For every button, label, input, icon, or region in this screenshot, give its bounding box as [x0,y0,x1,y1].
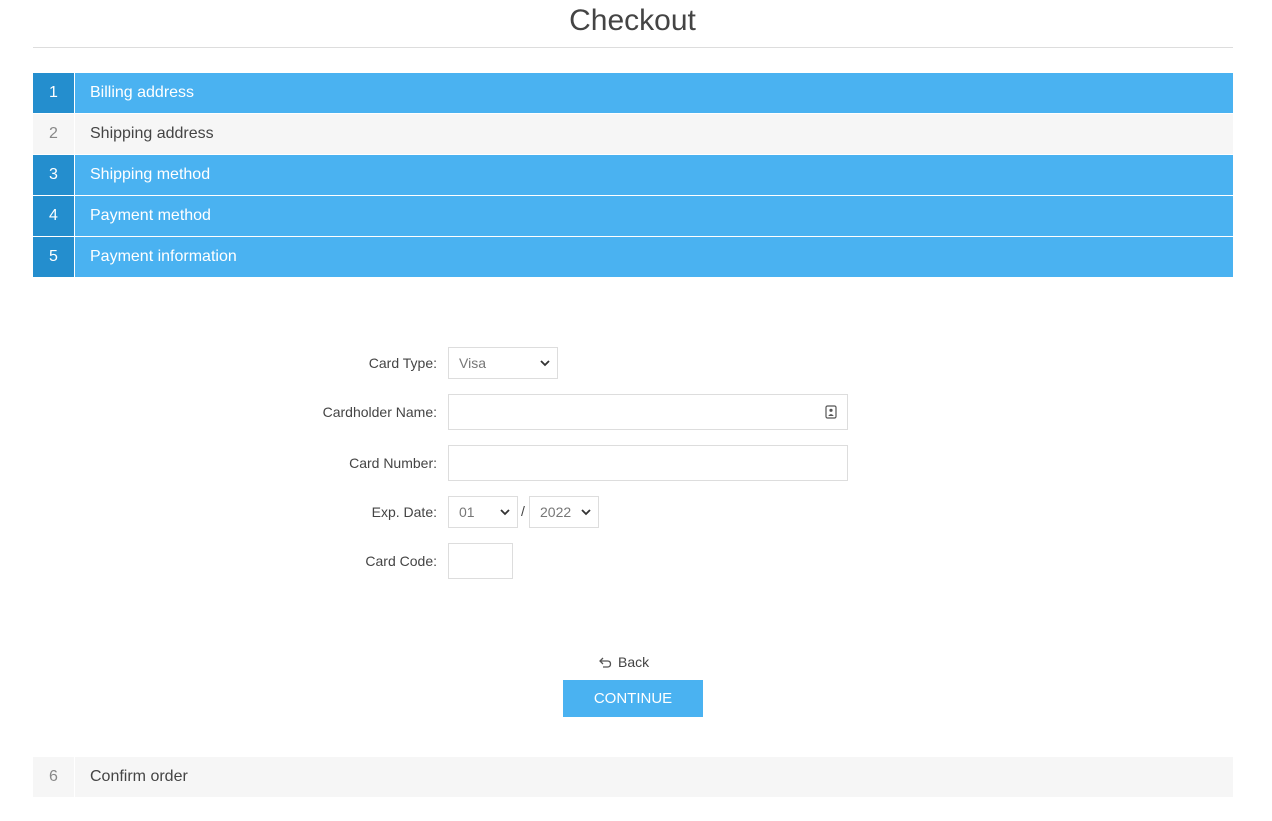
card-type-select[interactable]: Visa [448,347,558,379]
back-link[interactable]: Back [599,652,649,672]
step-number: 5 [33,237,74,277]
step-shipping-address[interactable]: 2 Shipping address [33,114,1233,154]
title-divider [33,47,1233,48]
cardholder-name-row: Cardholder Name: [0,394,1272,430]
exp-year-select[interactable]: 2022 [529,496,599,528]
exp-date-label: Exp. Date: [371,504,437,520]
step-title: Billing address [75,73,1233,113]
step-number: 3 [33,155,74,195]
checkout-steps: 1 Billing address 2 Shipping address 3 S… [33,73,1233,278]
card-type-value: Visa [459,355,486,371]
step-number: 2 [33,114,74,154]
step-number: 6 [33,757,74,797]
step-confirm-order[interactable]: 6 Confirm order [33,757,1233,797]
card-number-label: Card Number: [349,455,437,471]
undo-arrow-icon [599,657,612,668]
step-title: Confirm order [75,757,1233,797]
step-number: 4 [33,196,74,236]
exp-date-separator: / [521,503,525,519]
step-title: Payment method [75,196,1233,236]
step-title: Payment information [75,237,1233,277]
exp-month-select[interactable]: 01 [448,496,518,528]
cardholder-name-input[interactable] [448,394,848,430]
back-label: Back [618,654,650,670]
step-payment-information[interactable]: 5 Payment information [33,237,1233,277]
card-number-row: Card Number: [0,445,1272,481]
step-billing-address[interactable]: 1 Billing address [33,73,1233,113]
checkout-steps-remaining: 6 Confirm order [33,757,1233,798]
contact-card-icon[interactable] [825,405,837,419]
checkout-page: Checkout 1 Billing address 2 Shipping ad… [0,0,1272,821]
card-type-label: Card Type: [368,355,437,371]
exp-year-value: 2022 [540,504,572,520]
step-shipping-method[interactable]: 3 Shipping method [33,155,1233,195]
step-title: Shipping address [75,114,1233,154]
cardholder-name-label: Cardholder Name: [322,404,437,420]
card-number-input[interactable] [448,445,848,481]
page-title: Checkout [569,4,696,37]
card-code-label: Card Code: [365,553,437,569]
card-type-row: Card Type: Visa [0,345,1272,381]
chevron-down-icon [540,360,550,367]
chevron-down-icon [581,509,591,516]
chevron-down-icon [500,509,510,516]
step-number: 1 [33,73,74,113]
exp-month-value: 01 [459,504,475,520]
exp-date-row: Exp. Date: 01 / 2022 [0,494,1272,530]
card-code-input[interactable] [448,543,513,579]
card-code-row: Card Code: [0,543,1272,579]
step-payment-method[interactable]: 4 Payment method [33,196,1233,236]
continue-button[interactable]: Continue [563,680,703,717]
step-title: Shipping method [75,155,1233,195]
